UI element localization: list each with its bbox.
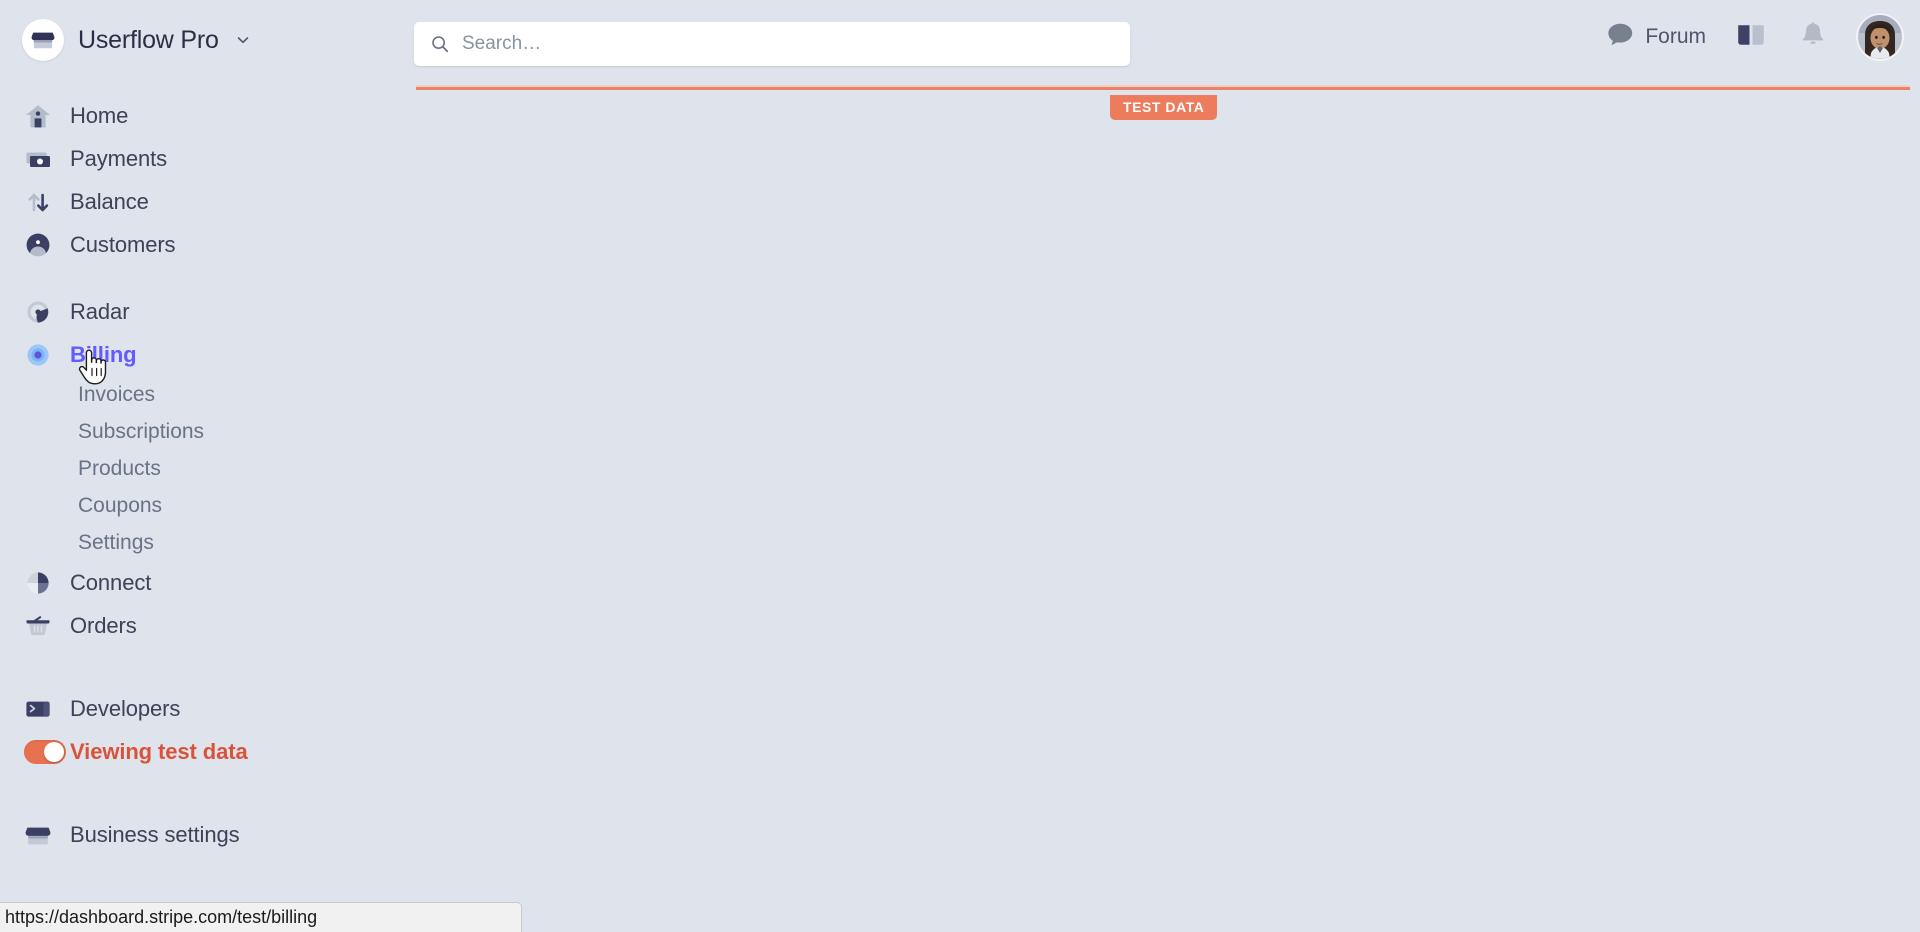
sidebar-divider-1	[0, 266, 414, 290]
sidebar-divider-2	[0, 647, 414, 687]
brand-name: Userflow Pro	[78, 25, 219, 54]
sidebar-item-billing[interactable]: Billing	[0, 333, 414, 376]
test-data-line	[416, 85, 1910, 90]
test-data-toggle[interactable]	[24, 739, 66, 764]
sidebar-item-balance[interactable]: Balance	[0, 180, 414, 223]
store-icon	[22, 19, 64, 61]
sidebar-divider-3	[0, 773, 414, 813]
sidebar-subitem-label: Invoices	[78, 382, 156, 406]
browser-status-bar: https://dashboard.stripe.com/test/billin…	[0, 902, 522, 932]
home-icon	[24, 102, 58, 130]
account-switcher[interactable]: Userflow Pro	[22, 19, 251, 61]
notifications-button[interactable]	[1796, 20, 1830, 54]
sidebar-item-payments[interactable]: Payments	[0, 137, 414, 180]
sidebar-subitem-products[interactable]: Products	[0, 450, 414, 487]
search-bar	[414, 22, 1130, 66]
forum-link[interactable]: Forum	[1607, 22, 1706, 52]
sidebar-subitem-label: Subscriptions	[78, 419, 205, 443]
toggle-knob	[44, 741, 64, 762]
sidebar-subitem-label: Products	[78, 456, 161, 480]
test-data-badge: TEST DATA	[1110, 95, 1218, 120]
sidebar-subitem-settings[interactable]: Settings	[0, 524, 414, 561]
sidebar-item-developers[interactable]: Developers	[0, 687, 414, 730]
header-actions: Forum	[1607, 15, 1902, 59]
chevron-down-icon[interactable]	[235, 32, 251, 48]
toggle-on[interactable]	[24, 739, 66, 764]
search-input[interactable]	[462, 33, 1114, 55]
sidebar-item-label: Home	[70, 102, 129, 128]
balance-icon	[24, 188, 58, 216]
bell-icon	[1800, 21, 1826, 54]
search-box[interactable]	[414, 22, 1130, 66]
speech-bubble-icon	[1607, 22, 1634, 52]
search-icon	[430, 34, 450, 54]
sidebar-item-business-settings[interactable]: Business settings	[0, 813, 414, 856]
sidebar-subitem-label: Settings	[78, 530, 154, 554]
sidebar-item-label: Payments	[70, 145, 168, 171]
connect-icon	[24, 569, 58, 597]
sidebar-subitem-invoices[interactable]: Invoices	[0, 376, 414, 413]
terminal-icon	[24, 695, 58, 723]
stripe-dashboard: Userflow Pro Search… Forum TEST DATA Hom…	[0, 0, 1920, 932]
sidebar-subitem-subscriptions[interactable]: Subscriptions	[0, 413, 414, 450]
sidebar-item-label: Business settings	[70, 821, 240, 847]
customers-icon	[24, 231, 58, 259]
sidebar-item-label: Customers	[70, 231, 176, 257]
docs-button[interactable]	[1734, 20, 1768, 54]
sidebar-item-label: Orders	[70, 612, 137, 638]
orders-icon	[24, 612, 58, 640]
sidebar-item-label: Developers	[70, 695, 181, 721]
top-header: Userflow Pro Search… Forum	[0, 0, 1920, 86]
sidebar-item-label: Balance	[70, 188, 149, 214]
book-icon	[1736, 22, 1766, 53]
avatar[interactable]	[1858, 15, 1902, 59]
forum-label: Forum	[1645, 25, 1706, 48]
sidebar-item-label: Connect	[70, 569, 152, 595]
sidebar-item-home[interactable]: Home	[0, 94, 414, 137]
payments-icon	[24, 145, 58, 173]
sidebar-item-label: Billing	[70, 341, 137, 367]
store-icon	[24, 821, 58, 849]
sidebar-item-viewing-test-data[interactable]: Viewing test data	[0, 730, 414, 773]
sidebar-item-customers[interactable]: Customers	[0, 223, 414, 266]
sidebar-item-connect[interactable]: Connect	[0, 561, 414, 604]
sidebar: Home Payments Balance Customers Radar Bi…	[0, 86, 414, 932]
sidebar-subitem-label: Coupons	[78, 493, 163, 517]
sidebar-item-radar[interactable]: Radar	[0, 290, 414, 333]
billing-icon	[24, 341, 58, 369]
status-url: https://dashboard.stripe.com/test/billin…	[5, 907, 318, 927]
sidebar-subitem-coupons[interactable]: Coupons	[0, 487, 414, 524]
sidebar-item-label: Viewing test data	[70, 738, 248, 764]
radar-icon	[24, 298, 58, 326]
sidebar-item-label: Radar	[70, 298, 130, 324]
sidebar-item-orders[interactable]: Orders	[0, 604, 414, 647]
